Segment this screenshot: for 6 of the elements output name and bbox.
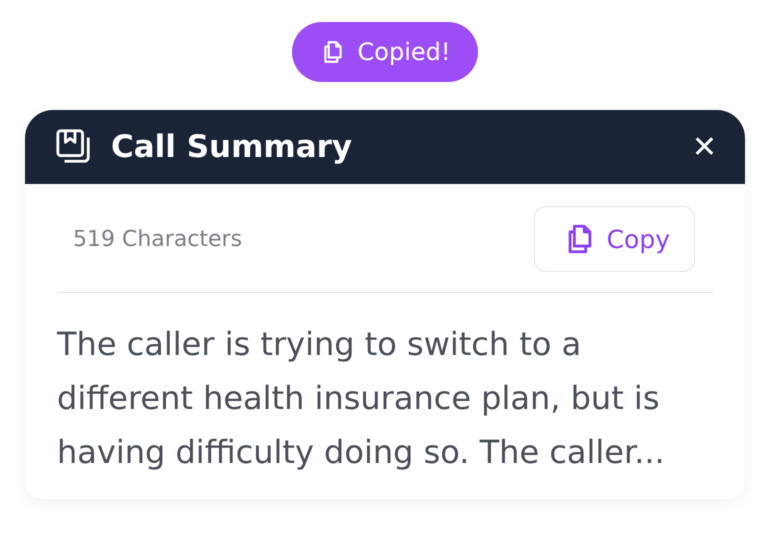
close-button[interactable]: ✕ [688,130,721,164]
copied-toast: Copied! [292,22,478,82]
copy-button[interactable]: Copy [534,206,695,272]
character-count: 519 Characters [72,226,242,252]
card-title: Call Summary [111,129,354,165]
summary-text: The caller is trying to switch to a different health insurance plan, but is having difficulty doing so. The caller... [57,324,666,473]
